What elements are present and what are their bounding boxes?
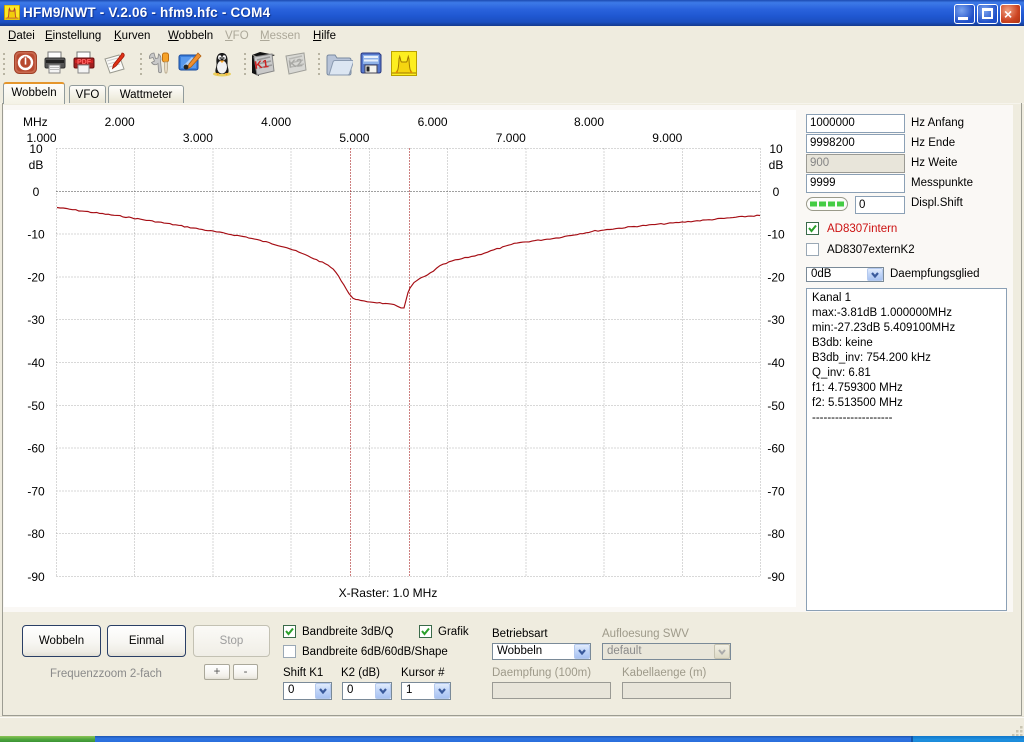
svg-text:K1: K1: [254, 58, 270, 72]
svg-text:K2: K2: [288, 57, 304, 71]
